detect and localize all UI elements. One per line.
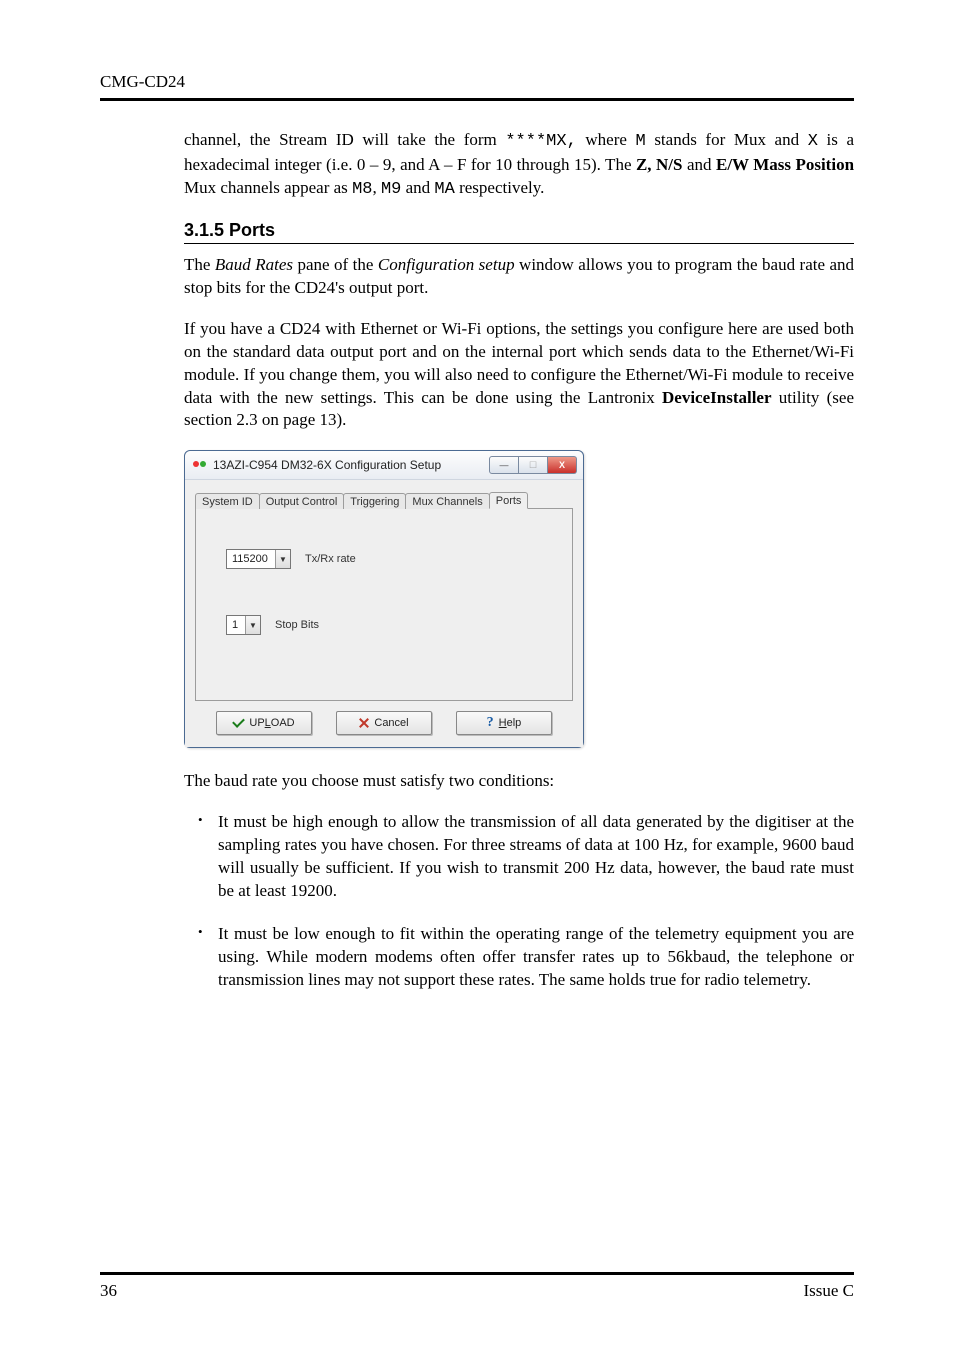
tab-triggering[interactable]: Triggering [343, 493, 406, 509]
text: where [577, 130, 636, 149]
code: M [636, 132, 646, 151]
text: The [184, 255, 215, 274]
help-button-label: Help [499, 717, 522, 729]
close-icon: X [559, 460, 565, 470]
conditions-list: It must be high enough to allow the tran… [184, 811, 854, 992]
section-heading: 3.1.5 Ports [184, 220, 854, 241]
tab-strip: System ID Output Control Triggering Mux … [195, 488, 573, 509]
text: and [682, 155, 716, 174]
list-item: It must be low enough to fit within the … [184, 923, 854, 992]
ports-panel: 115200 ▼ Tx/Rx rate 1 ▼ Stop Bits [195, 509, 573, 701]
baud-rate-label: Tx/Rx rate [305, 553, 356, 565]
baud-rate-value: 115200 [227, 553, 275, 565]
text: respectively. [455, 178, 545, 197]
check-icon [233, 716, 246, 729]
maximize-icon: ☐ [529, 460, 537, 471]
help-button[interactable]: ? Help [456, 711, 552, 735]
config-setup-dialog: 13AZI-C954 DM32-6X Configuration Setup —… [184, 450, 584, 748]
upload-button[interactable]: UPLOAD [216, 711, 312, 735]
code: M9 [381, 180, 401, 199]
x-icon [359, 718, 369, 728]
text: and [401, 178, 434, 197]
stop-bits-label: Stop Bits [275, 619, 319, 631]
section-paragraph-2: If you have a CD24 with Ethernet or Wi-F… [184, 318, 854, 433]
code: MA [434, 180, 454, 199]
maximize-button: ☐ [519, 456, 548, 474]
code: M8 [352, 180, 372, 199]
tab-output-control[interactable]: Output Control [259, 493, 345, 509]
bold-text: DeviceInstaller [662, 388, 772, 407]
conditions-lead: The baud rate you choose must satisfy tw… [184, 770, 854, 793]
minimize-icon: — [500, 460, 509, 470]
tab-mux-channels[interactable]: Mux Channels [405, 493, 489, 509]
dialog-titlebar[interactable]: 13AZI-C954 DM32-6X Configuration Setup —… [185, 451, 583, 480]
footer-rule [100, 1272, 854, 1275]
list-item: It must be high enough to allow the tran… [184, 811, 854, 903]
italic-text: Baud Rates [215, 255, 293, 274]
question-icon: ? [487, 718, 494, 728]
running-header: CMG-CD24 [100, 72, 854, 92]
close-button[interactable]: X [548, 456, 577, 474]
dialog-title: 13AZI-C954 DM32-6X Configuration Setup [213, 458, 441, 472]
page-number: 36 [100, 1281, 117, 1301]
text: pane of the [293, 255, 378, 274]
italic-text: Configuration setup [378, 255, 515, 274]
tab-ports[interactable]: Ports [489, 492, 529, 509]
section-paragraph-1: The Baud Rates pane of the Configuration… [184, 254, 854, 300]
cancel-button[interactable]: Cancel [336, 711, 432, 735]
intro-paragraph: channel, the Stream ID will take the for… [184, 129, 854, 202]
bold-text: Z, N/S [636, 155, 683, 174]
text: stands for Mux and [646, 130, 808, 149]
section-rule [184, 243, 854, 244]
baud-rate-dropdown[interactable]: 115200 ▼ [226, 549, 291, 569]
stop-bits-dropdown[interactable]: 1 ▼ [226, 615, 261, 635]
tab-system-id[interactable]: System ID [195, 493, 260, 509]
bold-text: E/W Mass Position [716, 155, 854, 174]
cancel-button-label: Cancel [374, 717, 408, 729]
upload-button-label: UPLOAD [249, 717, 294, 729]
chevron-down-icon: ▼ [245, 616, 260, 634]
minimize-button[interactable]: — [489, 456, 519, 474]
issue-label: Issue C [803, 1281, 854, 1301]
code: X [808, 132, 818, 151]
stop-bits-value: 1 [227, 619, 245, 631]
text: Mux channels appear as [184, 178, 352, 197]
code: ****MX, [505, 132, 576, 151]
window-controls: — ☐ X [489, 456, 577, 474]
app-icon [193, 458, 207, 472]
header-rule [100, 98, 854, 101]
chevron-down-icon: ▼ [275, 550, 290, 568]
text: channel, the Stream ID will take the for… [184, 130, 505, 149]
page-footer: 36 Issue C [100, 1264, 854, 1301]
text: , [372, 178, 381, 197]
